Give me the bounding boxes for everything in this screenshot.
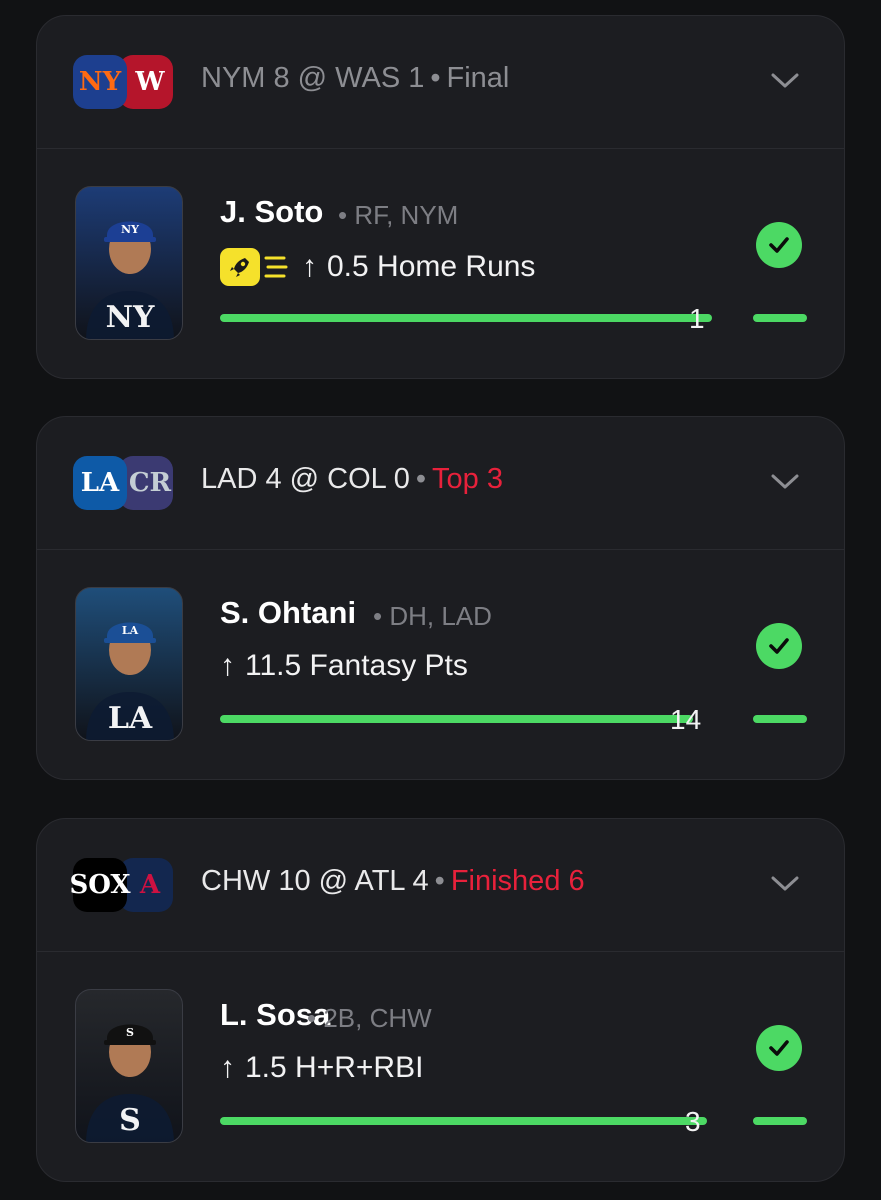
player-silhouette-icon: LA LA bbox=[86, 622, 174, 740]
home-team-logo-text: CR bbox=[128, 468, 172, 498]
game-score: CHW 10 @ ATL 4 bbox=[201, 865, 429, 897]
game-summary: CHW 10 @ ATL 4 • Finished 6 bbox=[201, 865, 585, 898]
svg-text:NY: NY bbox=[106, 300, 155, 335]
speed-lines-icon bbox=[264, 256, 288, 278]
progress-bar-target bbox=[753, 314, 807, 322]
prop-stat: 11.5 Fantasy Pts bbox=[245, 649, 468, 682]
away-team-logo-text: LA bbox=[80, 468, 120, 498]
game-status: Top 3 bbox=[432, 463, 503, 495]
game-status: Finished 6 bbox=[450, 865, 585, 897]
away-team-logo: LA bbox=[73, 456, 127, 510]
progress-bar bbox=[220, 1117, 707, 1125]
result-value: 14 bbox=[670, 704, 702, 735]
rocket-icon bbox=[220, 248, 260, 286]
separator-dot: • bbox=[430, 62, 441, 94]
checkmark-icon bbox=[756, 222, 802, 268]
game-summary: NYM 8 @ WAS 1 • Final bbox=[201, 62, 509, 95]
home-team-logo-text: W bbox=[135, 67, 165, 97]
home-team-logo: W bbox=[119, 55, 173, 109]
svg-text:S: S bbox=[126, 1026, 134, 1039]
chevron-down-icon[interactable] bbox=[770, 469, 800, 493]
away-team-logo-text: SOX bbox=[69, 870, 131, 900]
separator-dot: • bbox=[415, 463, 427, 495]
svg-text:NY: NY bbox=[121, 223, 139, 236]
over-arrow-icon: ↑ bbox=[302, 250, 317, 283]
prop-line: ↑ 0.5 Home Runs bbox=[220, 248, 535, 286]
prop-card[interactable]: LA CR LAD 4 @ COL 0 • Top 3 LA LA S. Oht… bbox=[36, 416, 845, 780]
game-summary: LAD 4 @ COL 0 • Top 3 bbox=[201, 463, 503, 496]
away-team-logo: NY bbox=[73, 55, 127, 109]
player-headshot: NY NY bbox=[75, 186, 183, 340]
over-arrow-icon: ↑ bbox=[220, 649, 235, 682]
progress-bar-target bbox=[753, 715, 807, 723]
player-name: S. Ohtani bbox=[220, 595, 357, 630]
player-silhouette-icon: NY NY bbox=[86, 221, 174, 339]
player-silhouette-icon: S S bbox=[86, 1024, 174, 1142]
svg-text:LA: LA bbox=[122, 624, 139, 637]
chevron-down-icon[interactable] bbox=[770, 871, 800, 895]
progress-bar bbox=[220, 715, 693, 723]
game-score: LAD 4 @ COL 0 bbox=[201, 463, 410, 495]
result-value: 3 bbox=[685, 1106, 701, 1137]
game-status: Final bbox=[446, 62, 510, 94]
game-score: NYM 8 @ WAS 1 bbox=[201, 62, 425, 94]
game-header[interactable]: SOX A CHW 10 @ ATL 4 • Finished 6 bbox=[37, 819, 844, 952]
prop-stat: 1.5 H+R+RBI bbox=[245, 1051, 424, 1084]
checkmark-icon bbox=[756, 1025, 802, 1071]
player-name: J. Soto bbox=[220, 194, 324, 229]
svg-text:S: S bbox=[119, 1103, 141, 1138]
svg-text:LA: LA bbox=[108, 701, 153, 736]
progress-bar bbox=[220, 314, 712, 322]
chevron-down-icon[interactable] bbox=[770, 68, 800, 92]
player-position-team: • DH, LAD bbox=[373, 601, 492, 631]
player-headshot: LA LA bbox=[75, 587, 183, 741]
progress-bar-target bbox=[753, 1117, 807, 1125]
checkmark-icon bbox=[756, 623, 802, 669]
result-value: 1 bbox=[689, 303, 705, 334]
away-team-logo-text: NY bbox=[78, 67, 122, 97]
home-team-logo-text: A bbox=[139, 870, 161, 900]
team-logos: NY W bbox=[73, 55, 173, 109]
away-team-logo: SOX bbox=[69, 858, 131, 912]
team-logos: LA CR bbox=[73, 456, 173, 510]
player-position-team: • 2B, CHW bbox=[307, 1003, 432, 1033]
over-arrow-icon: ↑ bbox=[220, 1051, 235, 1084]
separator-dot: • bbox=[434, 865, 445, 897]
prop-line: ↑ 11.5 Fantasy Pts bbox=[220, 649, 468, 683]
prop-card[interactable]: SOX A CHW 10 @ ATL 4 • Finished 6 S S L.… bbox=[36, 818, 845, 1182]
player-headshot: S S bbox=[75, 989, 183, 1143]
prop-card[interactable]: NY W NYM 8 @ WAS 1 • Final NY NY J. Soto… bbox=[36, 15, 845, 379]
player-position-team: • RF, NYM bbox=[338, 200, 459, 230]
home-team-logo: CR bbox=[119, 456, 173, 510]
prop-line: ↑ 1.5 H+R+RBI bbox=[220, 1051, 423, 1085]
game-header[interactable]: LA CR LAD 4 @ COL 0 • Top 3 bbox=[37, 417, 844, 550]
team-logos: SOX A bbox=[69, 858, 173, 912]
game-header[interactable]: NY W NYM 8 @ WAS 1 • Final bbox=[37, 16, 844, 149]
prop-stat: 0.5 Home Runs bbox=[327, 250, 536, 283]
